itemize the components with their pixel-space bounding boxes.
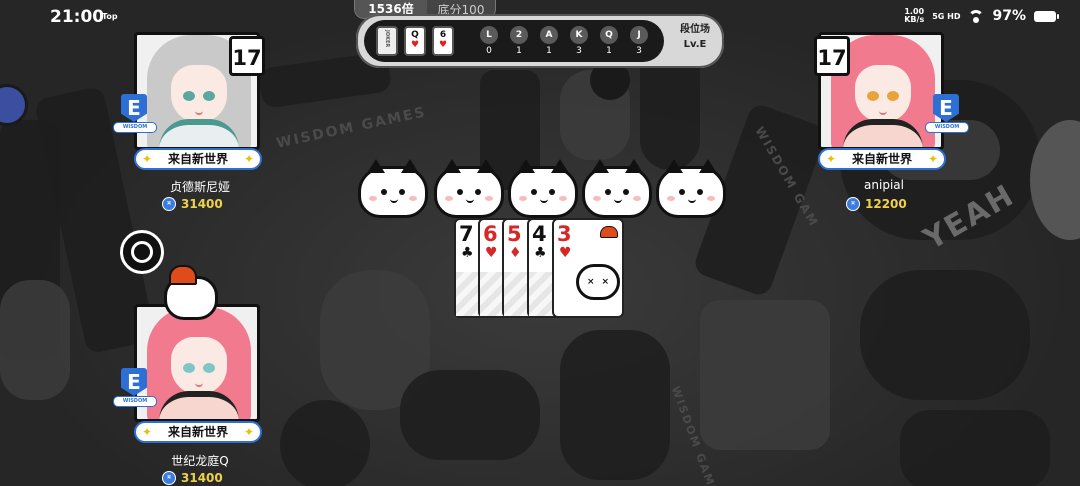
status-tag: Top [102, 12, 118, 21]
card-tracker: JOKER Q ♥ 6 ♥ L0 21 A1 K3 Q1 J3 [364, 20, 664, 62]
signal-indicator: 5G HD [932, 11, 961, 21]
rank-emblem: E WISDOM [113, 94, 157, 134]
player-title: 来自新世界 [818, 148, 946, 170]
coin-icon: ¤ [846, 197, 860, 211]
cat-face-icon [582, 159, 652, 218]
rank-emblem: E WISDOM [925, 94, 969, 134]
player-name: 世纪龙庭Q [171, 454, 229, 468]
player-name: anipial [864, 178, 904, 192]
card-counter-item: A1 [538, 26, 560, 56]
player-title: 来自新世界 [134, 421, 262, 443]
cat-face-icon [508, 159, 578, 218]
card-counter-item: 21 [508, 26, 530, 56]
card-counter-item: J3 [628, 26, 650, 56]
rank-emblem: E WISDOM [113, 368, 157, 408]
card-counter-item: Q1 [598, 26, 620, 56]
match-mode: 段位场 Lv.E [670, 22, 720, 52]
card-counter-item: K3 [568, 26, 590, 56]
mascot-icon [164, 265, 218, 320]
player-coins: ¤ 12200 [846, 197, 907, 211]
network-speed: 1.00 KB/s [904, 7, 925, 24]
cat-face-icon [434, 159, 504, 218]
player-coins: ¤ 31400 [162, 197, 223, 211]
wifi-icon [968, 10, 985, 23]
emote-button[interactable] [120, 230, 164, 274]
cards-left-badge: 17 [814, 36, 850, 76]
recent-card: 6 ♥ [432, 26, 454, 56]
player-coins: ¤ 31400 [162, 471, 223, 485]
card-tracker-hud[interactable]: JOKER Q ♥ 6 ♥ L0 21 A1 K3 Q1 J3 段位场 Lv.E [356, 14, 724, 68]
cat-mascot-icon: × × [576, 264, 620, 300]
played-card: 3 ♥ × × [552, 218, 624, 318]
clock: 21:00 [50, 7, 105, 27]
recent-card: JOKER [376, 26, 398, 56]
coin-icon: ¤ [162, 197, 176, 211]
cat-face-icon [358, 159, 428, 218]
landlord-hat-icon [600, 226, 618, 238]
card-counter-item: L0 [478, 26, 500, 56]
recent-card: Q ♥ [404, 26, 426, 56]
bg-text-1: WISDOM GAMES [275, 104, 428, 152]
level-label: Lv.E [683, 39, 707, 50]
cat-face-icon [656, 159, 726, 218]
player-name: 贞德斯尼娅 [169, 180, 230, 194]
battery-icon [1034, 10, 1059, 22]
coin-icon: ¤ [162, 471, 176, 485]
player-title: 来自新世界 [134, 148, 262, 170]
cards-left-badge: 17 [229, 36, 265, 76]
battery-percent: 97% [992, 8, 1026, 24]
mode-label: 段位场 [680, 24, 710, 35]
